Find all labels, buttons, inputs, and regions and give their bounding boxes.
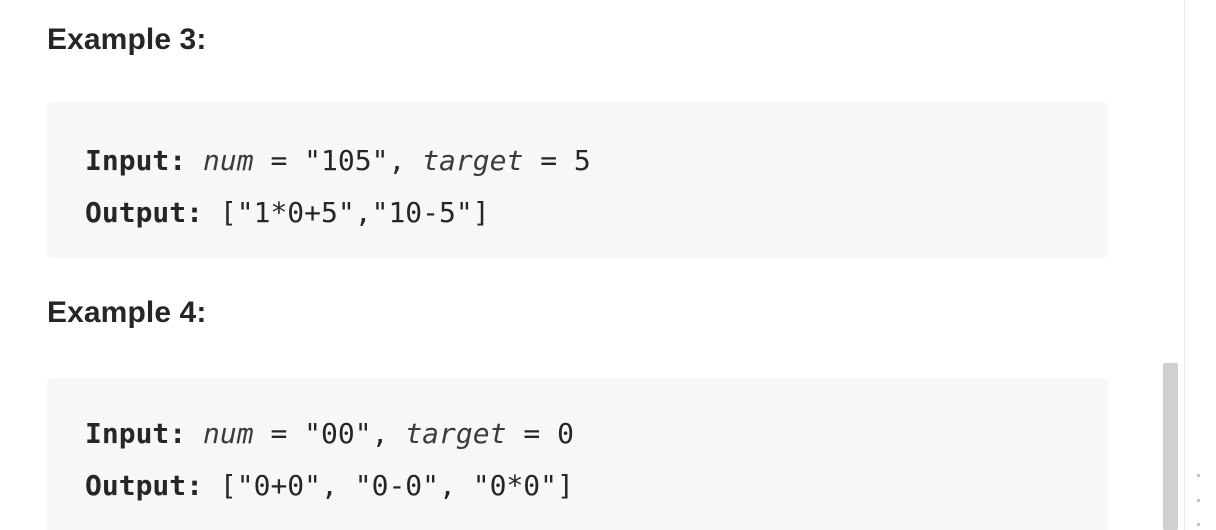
param-name: target: [405, 417, 507, 450]
example-4-code-block: Input: num = "00", target = 0 Output: ["…: [47, 378, 1108, 530]
scrollbar-thumb[interactable]: [1163, 363, 1178, 530]
param-name: num: [203, 417, 254, 450]
example-3-input-line: Input: num = "105", target = 5: [85, 135, 1108, 187]
input-label: Input:: [85, 144, 187, 177]
param-value: 0: [557, 417, 574, 450]
param-value: 5: [573, 144, 591, 177]
equals-sign: =: [506, 417, 558, 450]
example-4-output-line: Output: ["0+0", "0-0", "0*0"]: [85, 460, 1108, 512]
input-label: Input:: [85, 417, 187, 450]
example-4-input-line: Input: num = "00", target = 0: [85, 408, 1108, 460]
handle-dot: [1196, 523, 1200, 526]
param-name: num: [203, 144, 254, 177]
handle-dot: [1196, 474, 1200, 477]
param-value: "00": [304, 417, 372, 450]
output-label: Output:: [85, 469, 204, 502]
equals-sign: =: [253, 144, 305, 177]
example-4-heading: Example 4:: [47, 296, 207, 329]
resize-handle-icon[interactable]: [1195, 474, 1201, 526]
equals-sign: =: [253, 417, 305, 450]
handle-dot: [1196, 498, 1200, 502]
param-name: target: [422, 144, 524, 177]
output-label: Output:: [85, 196, 204, 229]
output-value: ["1*0+5","10-5"]: [219, 196, 490, 229]
separator: ,: [388, 144, 423, 177]
panel-divider: [1184, 0, 1185, 530]
example-3-output-line: Output: ["1*0+5","10-5"]: [85, 187, 1108, 239]
equals-sign: =: [523, 144, 574, 177]
separator: ,: [371, 417, 406, 450]
param-value: "105": [304, 144, 389, 177]
output-value: ["0+0", "0-0", "0*0"]: [219, 469, 574, 502]
example-3-code-block: Input: num = "105", target = 5 Output: […: [47, 102, 1108, 258]
example-3-heading: Example 3:: [47, 23, 207, 56]
